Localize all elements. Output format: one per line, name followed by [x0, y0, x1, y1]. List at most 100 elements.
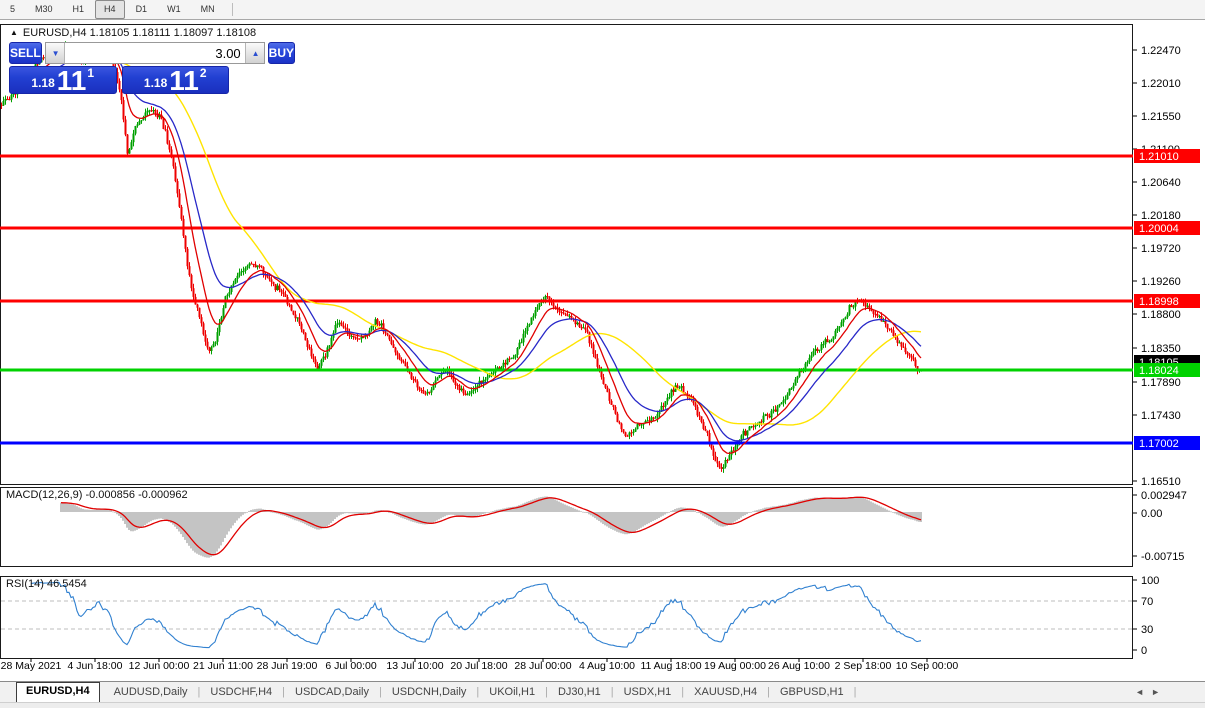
collapse-triangle-icon[interactable]: ▲ — [10, 28, 18, 37]
svg-text:1.18024: 1.18024 — [1139, 365, 1179, 377]
panel-frame-2 — [1, 577, 1133, 659]
tab-separator: | — [611, 686, 614, 698]
svg-text:1.17002: 1.17002 — [1139, 438, 1179, 450]
lot-size-spinner: ▼ ▲ — [45, 42, 265, 64]
timeframe-button-H1[interactable]: H1 — [64, 0, 94, 19]
svg-text:-0.00715: -0.00715 — [1141, 551, 1184, 563]
chart-tab-usdchf[interactable]: USDCHF,H4 — [201, 683, 281, 702]
chart-canvas[interactable]: 1.224701.220101.215501.211001.206401.201… — [0, 0, 1205, 707]
tab-separator: | — [767, 686, 770, 698]
tab-separator: | — [681, 686, 684, 698]
svg-text:28 Jul 00:00: 28 Jul 00:00 — [514, 660, 571, 672]
buy-button[interactable]: BUY — [268, 42, 295, 64]
svg-text:1.20180: 1.20180 — [1141, 210, 1181, 222]
timeframe-button-H4[interactable]: H4 — [95, 0, 125, 19]
buy-price-display[interactable]: 1.18 11 2 — [122, 66, 230, 94]
svg-text:6 Jul 00:00: 6 Jul 00:00 — [325, 660, 377, 672]
chart-tab-dj30[interactable]: DJ30,H1 — [549, 683, 610, 702]
svg-text:100: 100 — [1141, 575, 1159, 587]
svg-text:28 May 2021: 28 May 2021 — [1, 660, 62, 672]
svg-text:1.17890: 1.17890 — [1141, 377, 1181, 389]
svg-text:28 Jun 19:00: 28 Jun 19:00 — [257, 660, 318, 672]
chart-tab-usdx[interactable]: USDX,H1 — [615, 683, 681, 702]
level-badge-1.18024: 1.18024 — [1134, 363, 1200, 377]
timeframe-button-D1[interactable]: D1 — [127, 0, 157, 19]
one-click-trade-panel: SELL ▼ ▲ BUY 1.18 11 1 1.18 11 2 — [9, 42, 229, 94]
symbol-period-label: EURUSD,H4 — [23, 27, 87, 39]
sell-price-sup: 1 — [87, 66, 94, 80]
chart-tab-bar: EURUSD,H4AUDUSD,Daily|USDCHF,H4|USDCAD,D… — [0, 681, 1205, 702]
svg-text:1.19260: 1.19260 — [1141, 276, 1181, 288]
svg-text:1.16510: 1.16510 — [1141, 476, 1181, 488]
svg-text:1.19720: 1.19720 — [1141, 243, 1181, 255]
svg-text:10 Sep 00:00: 10 Sep 00:00 — [896, 660, 959, 672]
svg-text:1.20640: 1.20640 — [1141, 177, 1181, 189]
svg-text:4 Aug 10:00: 4 Aug 10:00 — [579, 660, 635, 672]
rsi-indicator-label: RSI(14) 46.5454 — [6, 578, 87, 590]
lot-size-input[interactable] — [65, 43, 245, 63]
svg-text:21 Jun 11:00: 21 Jun 11:00 — [193, 660, 253, 672]
svg-text:11 Aug 18:00: 11 Aug 18:00 — [640, 660, 701, 672]
ohlc-readout: 1.18105 1.18111 1.18097 1.18108 — [90, 27, 257, 39]
buy-price-small: 1.18 — [144, 76, 167, 90]
level-lines-layer — [0, 156, 1133, 443]
macd-indicator-label: MACD(12,26,9) -0.000856 -0.000962 — [6, 489, 188, 501]
toolbar-separator — [232, 3, 233, 16]
svg-text:0.002947: 0.002947 — [1141, 490, 1187, 502]
price-axis: 1.224701.220101.215501.211001.206401.201… — [1133, 45, 1187, 657]
tab-scroll-arrows[interactable]: ◄► — [1135, 682, 1167, 703]
timeframe-button-5[interactable]: 5 — [1, 0, 24, 19]
level-badge-1.18998: 1.18998 — [1134, 294, 1200, 308]
svg-text:1.21550: 1.21550 — [1141, 111, 1181, 123]
svg-text:1.22010: 1.22010 — [1141, 78, 1181, 90]
chart-tab-gbpusd[interactable]: GBPUSD,H1 — [771, 683, 853, 702]
chart-tab-usdcad[interactable]: USDCAD,Daily — [286, 683, 378, 702]
status-strip — [0, 702, 1205, 708]
buy-price-big: 11 — [169, 68, 199, 93]
timeframe-button-W1[interactable]: W1 — [158, 0, 190, 19]
chart-tab-eurusd[interactable]: EURUSD,H4 — [16, 682, 100, 703]
sell-price-big: 11 — [57, 68, 87, 93]
chart-tab-usdcnh[interactable]: USDCNH,Daily — [383, 683, 476, 702]
chart-tab-ukoil[interactable]: UKOil,H1 — [480, 683, 544, 702]
sell-price-small: 1.18 — [31, 76, 54, 90]
svg-text:1.18350: 1.18350 — [1141, 343, 1181, 355]
svg-text:19 Aug 00:00: 19 Aug 00:00 — [704, 660, 766, 672]
level-badge-1.20004: 1.20004 — [1134, 221, 1200, 235]
svg-text:13 Jul 10:00: 13 Jul 10:00 — [386, 660, 443, 672]
svg-text:1.20004: 1.20004 — [1139, 223, 1179, 235]
candles-layer — [1, 41, 923, 473]
date-axis: 28 May 2021 4 Jun 18:00 12 Jun 00:0021 Jun… — [1, 658, 959, 672]
lot-decrease-button[interactable]: ▼ — [46, 43, 65, 63]
chart-tab-audusd[interactable]: AUDUSD,Daily — [105, 683, 197, 702]
svg-text:2 Sep 18:00: 2 Sep 18:00 — [835, 660, 892, 672]
svg-text:1.18998: 1.18998 — [1139, 296, 1179, 308]
svg-text:0.00: 0.00 — [1141, 508, 1162, 520]
sell-button[interactable]: SELL — [9, 42, 42, 64]
svg-text:1.22470: 1.22470 — [1141, 45, 1181, 57]
level-badge-1.21010: 1.21010 — [1134, 149, 1200, 163]
tab-separator: | — [476, 686, 479, 698]
level-badge-1.17002: 1.17002 — [1134, 436, 1200, 450]
tab-separator: | — [198, 686, 201, 698]
svg-text:12 Jun 00:00: 12 Jun 00:00 — [129, 660, 190, 672]
timeframe-button-MN[interactable]: MN — [192, 0, 224, 19]
chart-header: ▲ EURUSD,H4 1.18105 1.18111 1.18097 1.181… — [10, 27, 256, 39]
lot-increase-button[interactable]: ▲ — [245, 43, 264, 63]
rsi-line — [31, 582, 921, 647]
tab-separator: | — [282, 686, 285, 698]
svg-text:4 Jun 18:00: 4 Jun 18:00 — [68, 660, 123, 672]
svg-text:0: 0 — [1141, 645, 1147, 657]
svg-text:1.18800: 1.18800 — [1141, 309, 1181, 321]
tab-separator: | — [854, 686, 857, 698]
chart-tab-xauusd[interactable]: XAUUSD,H4 — [685, 683, 766, 702]
svg-text:1.17430: 1.17430 — [1141, 410, 1181, 422]
buy-price-sup: 2 — [200, 66, 207, 80]
svg-text:1.21010: 1.21010 — [1139, 151, 1179, 163]
macd-histogram — [60, 497, 922, 558]
svg-text:30: 30 — [1141, 624, 1153, 636]
timeframe-button-M30[interactable]: M30 — [26, 0, 62, 19]
tab-separator: | — [379, 686, 382, 698]
sell-price-display[interactable]: 1.18 11 1 — [9, 66, 117, 94]
svg-text:70: 70 — [1141, 596, 1153, 608]
